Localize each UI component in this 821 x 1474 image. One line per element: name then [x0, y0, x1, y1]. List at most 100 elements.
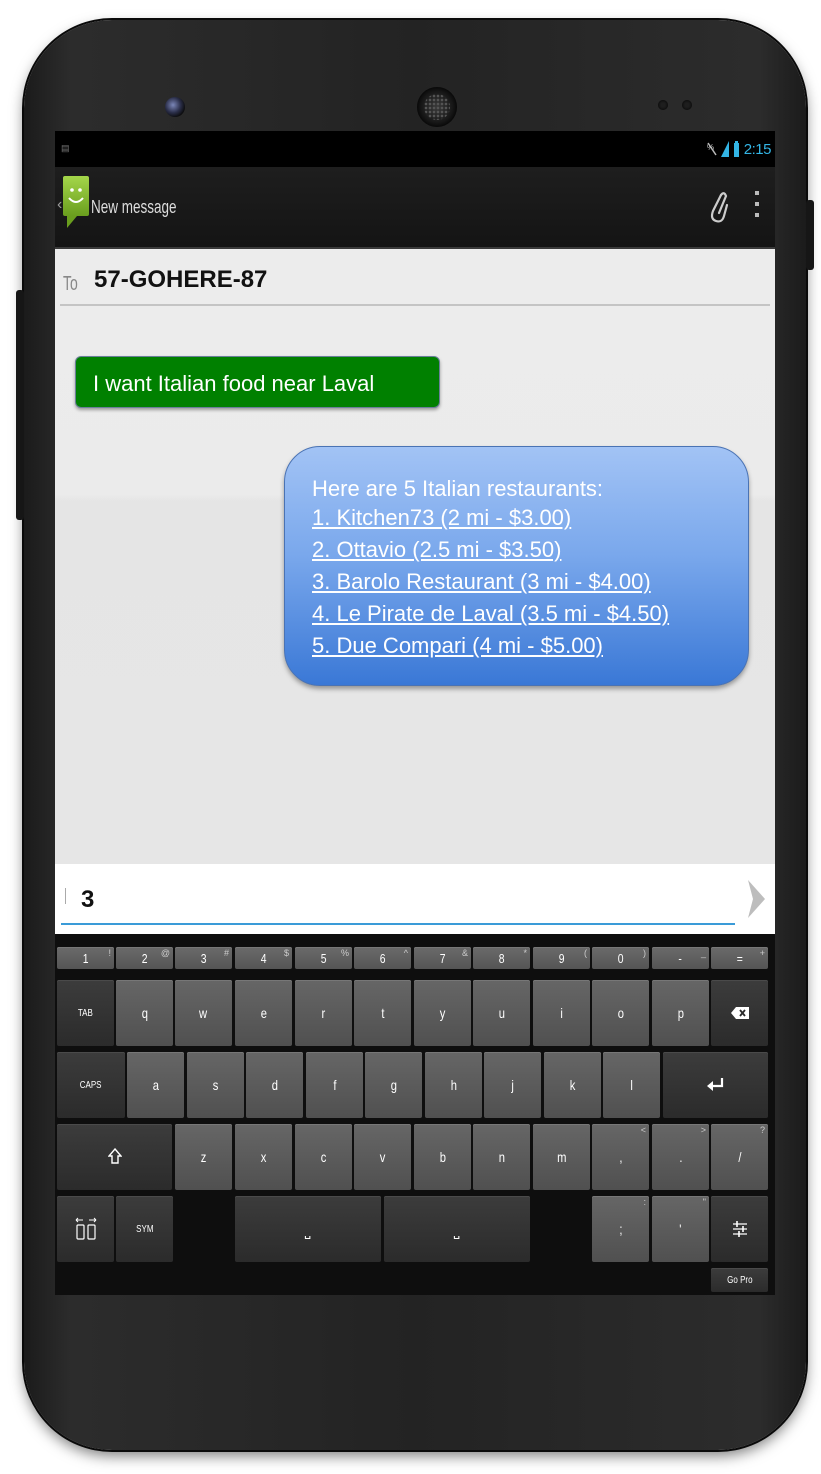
key-u[interactable]: u — [473, 980, 530, 1046]
key-x[interactable]: x — [235, 1124, 292, 1190]
received-message-bubble: Here are 5 Italian restaurants: 1. Kitch… — [284, 446, 749, 686]
power-button — [806, 200, 814, 270]
caps-key[interactable]: CAPS — [57, 1052, 125, 1118]
key-k[interactable]: k — [544, 1052, 601, 1118]
key-5[interactable]: 5% — [295, 947, 352, 969]
restaurant-link-2[interactable]: 2. Ottavio (2.5 mi - $3.50) — [312, 537, 561, 563]
key-comma[interactable]: , < — [592, 1124, 649, 1190]
key-c[interactable]: c — [295, 1124, 352, 1190]
enter-key[interactable] — [663, 1052, 768, 1118]
restaurant-link-3[interactable]: 3. Barolo Restaurant (3 mi - $4.00) — [312, 569, 651, 595]
key-z[interactable]: z — [175, 1124, 232, 1190]
earpiece-speaker — [417, 87, 457, 127]
screen-title: New message — [91, 197, 177, 217]
key-h[interactable]: h — [425, 1052, 482, 1118]
key-j[interactable]: j — [484, 1052, 541, 1118]
key-2[interactable]: 2 @ — [116, 947, 173, 969]
key-d[interactable]: d — [246, 1052, 303, 1118]
space-glyph-icon: ⎵ — [305, 1218, 311, 1239]
conversation-area: To 57-GOHERE-87 I want Italian food near… — [55, 249, 775, 864]
key-minus[interactable]: - _ — [652, 947, 709, 969]
key-y[interactable]: y — [414, 980, 471, 1046]
restaurant-link-1[interactable]: 1. Kitchen73 (2 mi - $3.00) — [312, 505, 571, 531]
cursor-keys-button[interactable] — [57, 1196, 114, 1262]
backspace-icon — [730, 1007, 749, 1019]
to-label: To — [63, 273, 78, 295]
overflow-menu-icon[interactable] — [752, 191, 762, 223]
keyboard-arrows-icon — [75, 1217, 96, 1240]
key-v[interactable]: v — [354, 1124, 411, 1190]
sent-message-bubble: I want Italian food near Laval — [75, 356, 440, 408]
settings-key[interactable] — [711, 1196, 768, 1262]
key-0[interactable]: 0) — [592, 947, 649, 969]
key-m[interactable]: m — [533, 1124, 590, 1190]
messaging-app-icon[interactable] — [63, 176, 89, 228]
front-camera — [165, 97, 185, 117]
key-semicolon[interactable]: ;: — [592, 1196, 649, 1262]
recipient-row: To 57-GOHERE-87 — [55, 249, 775, 307]
key-q[interactable]: q — [116, 980, 173, 1046]
enter-icon — [706, 1078, 723, 1091]
key-slash[interactable]: /? — [711, 1124, 768, 1190]
received-message-intro: Here are 5 Italian restaurants: — [312, 476, 604, 501]
light-sensor — [682, 100, 692, 110]
volume-button — [16, 290, 24, 520]
recipient-divider — [60, 304, 770, 306]
key-b[interactable]: b — [414, 1124, 471, 1190]
status-bar: ▤ % 2:15 — [55, 131, 775, 167]
key-f[interactable]: f — [306, 1052, 363, 1118]
key-8[interactable]: 8 * — [473, 947, 530, 969]
wifi-icon: % — [707, 142, 717, 156]
key-p[interactable]: p — [652, 980, 709, 1046]
key-4[interactable]: 4 $ — [235, 947, 292, 969]
action-bar: ‹ New message — [55, 167, 775, 249]
restaurant-link-4[interactable]: 4. Le Pirate de Laval (3.5 mi - $4.50) — [312, 601, 669, 627]
shift-key[interactable] — [57, 1124, 172, 1190]
backspace-key[interactable] — [711, 980, 768, 1046]
tab-key[interactable]: TAB — [57, 980, 114, 1046]
key-i[interactable]: i — [533, 980, 590, 1046]
sent-message-text: I want Italian food near Laval — [93, 371, 375, 396]
paperclip-icon[interactable] — [707, 189, 729, 225]
restaurant-link-5[interactable]: 5. Due Compari (4 mi - $5.00) — [312, 633, 603, 659]
key-g[interactable]: g — [365, 1052, 422, 1118]
status-icons: % 2:15 — [707, 137, 772, 161]
back-chevron-icon[interactable]: ‹ — [57, 197, 62, 213]
key-a[interactable]: a — [127, 1052, 184, 1118]
key-period[interactable]: . > — [652, 1124, 709, 1190]
sym-key[interactable]: SYM — [116, 1196, 173, 1262]
key-1[interactable]: 1! — [57, 947, 114, 969]
send-icon[interactable] — [745, 878, 767, 920]
key-equals[interactable]: = + — [711, 947, 768, 969]
key-n[interactable]: n — [473, 1124, 530, 1190]
text-cursor — [65, 888, 66, 904]
key-e[interactable]: e — [235, 980, 292, 1046]
key-apostrophe[interactable]: ' " — [652, 1196, 709, 1262]
key-t[interactable]: t — [354, 980, 411, 1046]
svg-text:%: % — [707, 143, 714, 152]
message-input[interactable]: 3 — [81, 885, 731, 915]
phone-screen: ▤ % 2:15 ‹ New message To 57-GOHERE-87 I… — [55, 131, 775, 1295]
space-glyph-icon: ⎵ — [454, 1218, 460, 1239]
space-key-left[interactable]: ⎵ — [235, 1196, 381, 1262]
space-key-right[interactable]: ⎵ — [384, 1196, 530, 1262]
recipient-field[interactable]: 57-GOHERE-87 — [94, 266, 267, 294]
key-o[interactable]: o — [592, 980, 649, 1046]
battery-icon — [733, 141, 739, 157]
notification-icon: ▤ — [61, 143, 70, 153]
shift-icon — [107, 1148, 122, 1164]
key-s[interactable]: s — [187, 1052, 244, 1118]
proximity-sensor — [658, 100, 668, 110]
input-underline — [61, 923, 735, 925]
key-3[interactable]: 3 # — [175, 947, 232, 969]
key-r[interactable]: r — [295, 980, 352, 1046]
status-time: 2:15 — [743, 140, 772, 158]
go-pro-button[interactable]: Go Pro — [711, 1268, 768, 1292]
compose-bar: 3 — [55, 864, 775, 934]
sliders-icon — [732, 1221, 747, 1237]
key-l[interactable]: l — [603, 1052, 660, 1118]
key-9[interactable]: 9( — [533, 947, 590, 969]
key-6[interactable]: 6 ^ — [354, 947, 411, 969]
key-7[interactable]: 7 & — [414, 947, 471, 969]
key-w[interactable]: w — [175, 980, 232, 1046]
